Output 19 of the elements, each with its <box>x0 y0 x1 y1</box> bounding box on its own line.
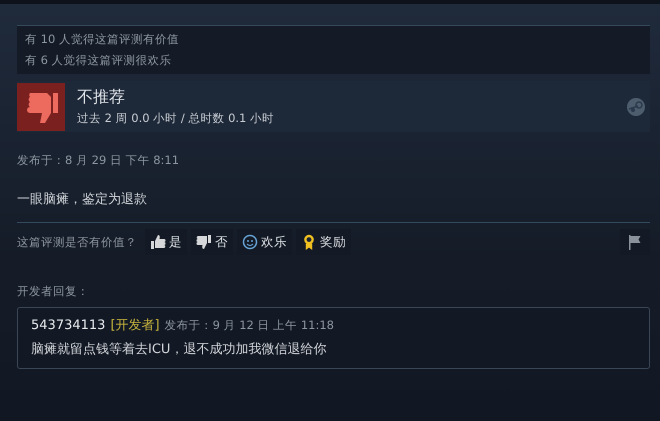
verdict-text: 不推荐 <box>77 87 126 108</box>
thumbs-down-icon <box>196 234 212 250</box>
helpful-count: 有 6 人觉得这篇评测很欢乐 <box>25 53 173 68</box>
steam-icon <box>626 96 646 116</box>
reply-date: 发布于：9 月 12 日 上午 11:18 <box>164 318 334 333</box>
playtime-text: 过去 2 周 0.0 小时 / 总时数 0.1 小时 <box>77 111 276 126</box>
review-text: 一眼脑瘫，鉴定为退款 <box>17 191 148 208</box>
vote-prompt: 这篇评测是否有价值？ <box>17 234 137 250</box>
smiley-icon <box>242 234 258 250</box>
helpful-count: 有 10 人觉得这篇评测有价值 <box>25 32 180 47</box>
author-name: 543734113 <box>31 318 106 333</box>
thumbs-down-icon <box>17 82 65 130</box>
thumbs-up-icon <box>150 234 166 250</box>
medal-icon <box>301 234 317 250</box>
flag-icon <box>627 234 643 250</box>
developer-tag: [开发者] <box>110 316 160 334</box>
posted-date: 发布于：8 月 29 日 下午 8:11 <box>17 153 180 168</box>
reply-text: 脑瘫就留点钱等着去ICU，退不成功加我微信退给你 <box>31 341 328 358</box>
developer-reply-heading: 开发者回复： <box>17 284 90 299</box>
